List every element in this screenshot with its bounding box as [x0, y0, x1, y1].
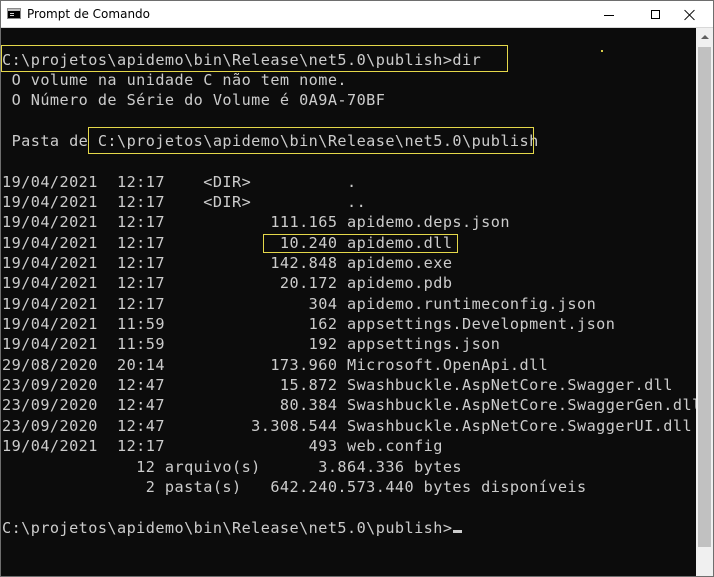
console-line: 19/04/2021 11:59 192 appsettings.json: [2, 335, 501, 353]
cmd-icon: [7, 8, 21, 19]
console-output[interactable]: C:\projetos\apidemo\bin\Release\net5.0\p…: [1, 28, 696, 576]
title-bar[interactable]: Prompt de Comando: [1, 1, 713, 28]
console-line: 12 arquivo(s) 3.864.336 bytes: [2, 458, 463, 476]
prompt-line[interactable]: C:\projetos\apidemo\bin\Release\net5.0\p…: [2, 518, 463, 538]
window-title: Prompt de Comando: [27, 7, 151, 21]
console-line: 19/04/2021 12:17 10.240 apidemo.dll: [2, 234, 453, 252]
maximize-icon: [650, 10, 660, 19]
console-line: 29/08/2020 20:14 173.960 Microsoft.OpenA…: [2, 356, 549, 374]
text-cursor: [453, 530, 463, 533]
minimize-button[interactable]: [586, 1, 632, 28]
console-line: 19/04/2021 12:17 <DIR> .: [2, 173, 357, 191]
console-line: Pasta de C:\projetos\apidemo\bin\Release…: [2, 132, 539, 150]
decorative-dot: [601, 50, 603, 52]
close-icon: [684, 9, 696, 21]
minimize-icon: [604, 14, 614, 16]
console-line: 19/04/2021 12:17 111.165 apidemo.deps.js…: [2, 213, 510, 231]
prompt-text: C:\projetos\apidemo\bin\Release\net5.0\p…: [2, 519, 453, 537]
console-line: 2 pasta(s) 642.240.573.440 bytes disponí…: [2, 478, 587, 496]
console-line: 19/04/2021 12:17 142.848 apidemo.exe: [2, 254, 453, 272]
scrollbar-thumb[interactable]: [698, 47, 711, 547]
console-line: 19/04/2021 11:59 162 appsettings.Develop…: [2, 315, 616, 333]
command-prompt-window: Prompt de Comando C:\projetos\apidemo\bi…: [0, 0, 714, 577]
console-line: 23/09/2020 12:47 80.384 Swashbuckle.AspN…: [2, 396, 696, 414]
console-line: 19/04/2021 12:17 493 web.config: [2, 437, 443, 455]
console-line: 19/04/2021 12:17 <DIR> ..: [2, 193, 367, 211]
console-line: 23/09/2020 12:47 15.872 Swashbuckle.AspN…: [2, 376, 673, 394]
console-line: O Número de Série do Volume é 0A9A-70BF: [2, 91, 386, 109]
vertical-scrollbar[interactable]: [696, 28, 713, 576]
close-button[interactable]: [667, 1, 713, 28]
console-line: 19/04/2021 12:17 20.172 apidemo.pdb: [2, 274, 453, 292]
console-line: 23/09/2020 12:47 3.308.544 Swashbuckle.A…: [2, 417, 693, 435]
scroll-up-arrow-icon[interactable]: [696, 28, 713, 45]
console-line: 19/04/2021 12:17 304 apidemo.runtimeconf…: [2, 295, 597, 313]
console-line: C:\projetos\apidemo\bin\Release\net5.0\p…: [2, 51, 482, 69]
console-line: O volume na unidade C não tem nome.: [2, 71, 348, 89]
